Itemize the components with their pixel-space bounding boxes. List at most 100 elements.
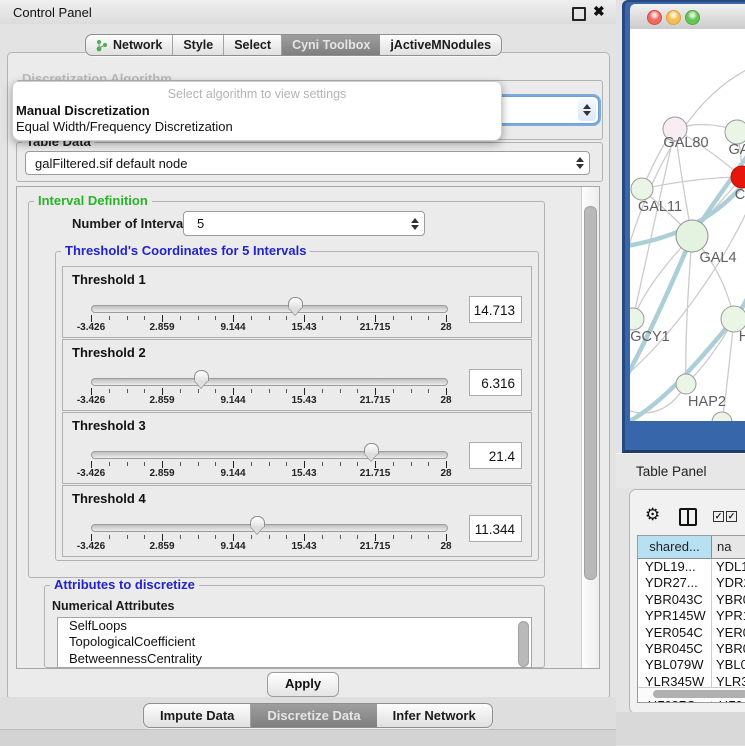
table-data-combobox[interactable]: galFiltered.sif default node bbox=[25, 151, 590, 175]
slider-tick bbox=[269, 535, 270, 539]
table-row[interactable]: YDR27...YDR2 bbox=[638, 575, 745, 591]
slider-tick bbox=[304, 534, 305, 541]
float-window-icon[interactable] bbox=[572, 7, 586, 21]
slider-track[interactable] bbox=[91, 451, 448, 459]
slider-tick bbox=[180, 535, 181, 539]
vertical-scrollbar[interactable] bbox=[581, 187, 599, 668]
slider-track[interactable] bbox=[91, 378, 448, 386]
slider-tick-label: -3.426 bbox=[77, 395, 105, 406]
slider-tick bbox=[251, 389, 252, 393]
algorithm-option[interactable]: Manual Discretization bbox=[16, 103, 498, 118]
checkbox-icon[interactable]: ✓ bbox=[726, 511, 737, 522]
number-of-intervals-value: 5 bbox=[184, 216, 406, 231]
background bbox=[616, 712, 745, 745]
slider-track[interactable] bbox=[91, 524, 448, 532]
network-node[interactable] bbox=[676, 220, 708, 252]
tab-discretize-data[interactable]: Discretize Data bbox=[251, 704, 376, 727]
close-icon[interactable]: ✖ bbox=[593, 3, 605, 20]
slider-tick-label: 9.144 bbox=[220, 468, 245, 479]
table-row[interactable]: YBR045CYBR0 bbox=[638, 641, 745, 657]
close-traffic-light[interactable] bbox=[647, 10, 662, 25]
slider-tick bbox=[357, 462, 358, 466]
combo-stepper[interactable] bbox=[578, 99, 596, 121]
algorithm-option[interactable]: Equal Width/Frequency Discretization bbox=[16, 119, 498, 134]
scrollbar-thumb[interactable] bbox=[653, 690, 745, 698]
slider-tick-label: 28 bbox=[440, 468, 451, 479]
table-row[interactable]: YER054CYER0 bbox=[638, 625, 745, 641]
table-cell: YBL0 bbox=[712, 657, 745, 673]
split-columns-icon[interactable] bbox=[679, 508, 697, 526]
slider-tick bbox=[411, 389, 412, 393]
list-scrollbar-thumb[interactable] bbox=[518, 621, 529, 667]
tab-impute-data[interactable]: Impute Data bbox=[144, 704, 251, 727]
network-node[interactable] bbox=[712, 412, 732, 421]
table-cell: YDR2 bbox=[712, 575, 745, 591]
slider-tick bbox=[215, 389, 216, 393]
attribute-list-item[interactable]: SelfLoops bbox=[58, 618, 531, 634]
network-node-label: H bbox=[739, 329, 745, 345]
slider-tick bbox=[446, 534, 447, 541]
tab-cyni-toolbox[interactable]: Cyni Toolbox bbox=[282, 35, 380, 55]
slider-tick-label: 28 bbox=[440, 395, 451, 406]
checkbox-icon[interactable]: ✓ bbox=[713, 511, 724, 522]
slider-tick bbox=[428, 462, 429, 466]
threshold-value-field[interactable]: 21.4 bbox=[469, 442, 522, 469]
column-header[interactable]: shared... bbox=[638, 536, 712, 558]
slider-track[interactable] bbox=[91, 305, 448, 313]
threshold-label: Threshold 4 bbox=[72, 491, 146, 506]
tab-network[interactable]: Network bbox=[86, 35, 173, 55]
slider-handle[interactable] bbox=[288, 297, 303, 316]
table-cell: YER054C bbox=[638, 625, 712, 641]
gear-icon[interactable]: ⚙ bbox=[645, 506, 660, 523]
slider-tick bbox=[446, 388, 447, 395]
slider-tick bbox=[162, 534, 163, 541]
slider-handle[interactable] bbox=[364, 443, 379, 462]
node-table[interactable]: shared...na YDL19...YDL1YDR27...YDR2YBR0… bbox=[637, 535, 745, 703]
control-panel-title: Control Panel bbox=[13, 5, 92, 20]
threshold-value-field[interactable]: 11.344 bbox=[469, 515, 522, 542]
table-row[interactable]: YBR043CYBR0 bbox=[638, 592, 745, 608]
table-cell: YBR043C bbox=[638, 592, 712, 608]
tab-select[interactable]: Select bbox=[224, 35, 282, 55]
slider-handle[interactable] bbox=[250, 516, 265, 535]
combo-stepper[interactable] bbox=[571, 157, 589, 169]
minimize-traffic-light[interactable] bbox=[666, 10, 681, 25]
network-node[interactable] bbox=[725, 120, 745, 144]
scrollbar-thumb[interactable] bbox=[584, 206, 597, 580]
attribute-list-item[interactable]: TopologicalCoefficient bbox=[58, 634, 531, 650]
network-tab-icon bbox=[96, 39, 108, 52]
table-row[interactable]: YDL19...YDL1 bbox=[638, 559, 745, 575]
table-row[interactable]: YBL079WYBL0 bbox=[638, 657, 745, 673]
combo-stepper[interactable] bbox=[406, 218, 424, 230]
tab-infer-network[interactable]: Infer Network bbox=[377, 704, 492, 727]
zoom-traffic-light[interactable] bbox=[685, 10, 700, 25]
table-cell: YPR1 bbox=[712, 608, 745, 624]
table-cell: YBL079W bbox=[638, 657, 712, 673]
tab-style[interactable]: Style bbox=[173, 35, 224, 55]
apply-button[interactable]: Apply bbox=[267, 672, 339, 697]
threshold-value-field[interactable]: 14.713 bbox=[469, 296, 522, 323]
network-node[interactable] bbox=[631, 178, 653, 200]
tab-jactivemnodules[interactable]: jActiveMNodules bbox=[380, 35, 501, 55]
network-node[interactable] bbox=[630, 308, 644, 330]
slider-handle[interactable] bbox=[194, 370, 209, 389]
attribute-list-item[interactable]: BetweennessCentrality bbox=[58, 651, 531, 667]
number-of-intervals-combobox[interactable]: 5 bbox=[183, 211, 425, 236]
network-node-label: GAL bbox=[728, 142, 745, 158]
slider-tick bbox=[286, 316, 287, 320]
network-canvas[interactable]: GAL80GALCGAL11GAL4GCY1HHAP2 bbox=[630, 29, 745, 421]
table-cell: YER0 bbox=[712, 625, 745, 641]
slider-tick-label: 2.859 bbox=[149, 541, 174, 552]
horizontal-scrollbar[interactable] bbox=[638, 687, 745, 701]
control-panel-titlebar bbox=[0, 0, 616, 24]
numerical-attributes-list[interactable]: SelfLoopsTopologicalCoefficientBetweenne… bbox=[57, 617, 532, 668]
slider-tick bbox=[286, 462, 287, 466]
threshold-value-field[interactable]: 6.316 bbox=[469, 369, 522, 396]
popup-hint-text: Select algorithm to view settings bbox=[13, 87, 501, 101]
slider-tick bbox=[428, 389, 429, 393]
network-node[interactable] bbox=[676, 374, 696, 394]
slider-tick bbox=[269, 316, 270, 320]
table-row[interactable]: YPR145WYPR1 bbox=[638, 608, 745, 624]
column-header[interactable]: na bbox=[712, 536, 745, 558]
slider-tick bbox=[375, 388, 376, 395]
